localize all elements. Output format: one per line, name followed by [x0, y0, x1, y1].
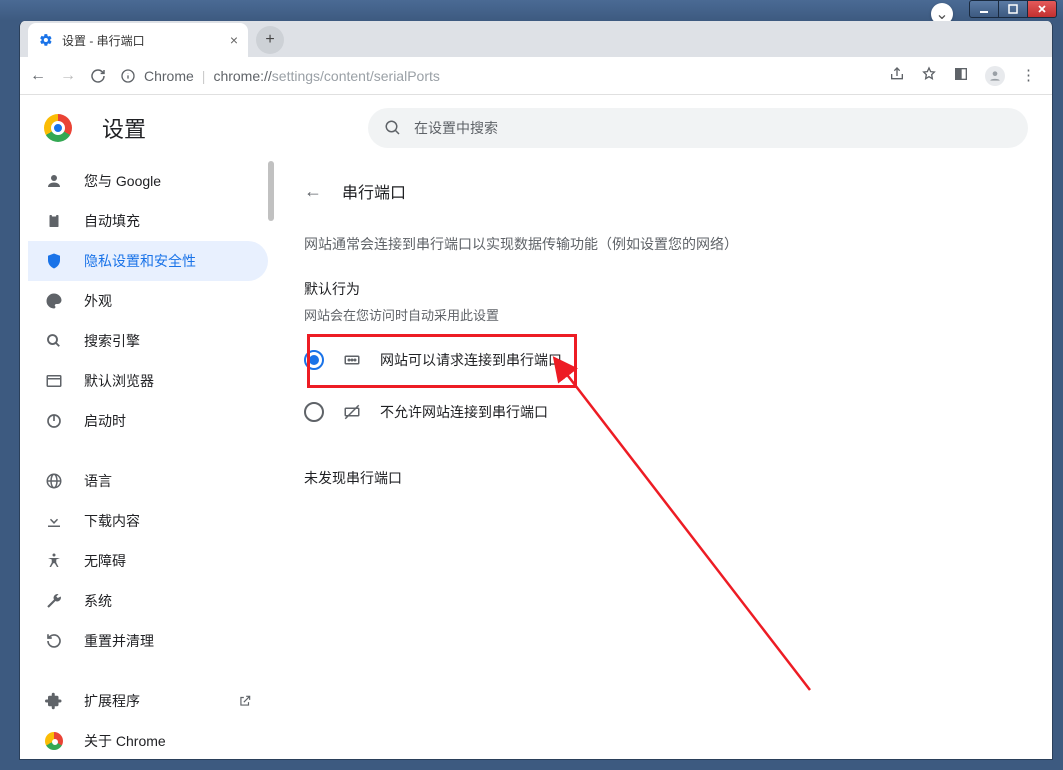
tab-strip: 设置 - 串行端口 × + [20, 21, 1052, 57]
sidebar-item-search-engine[interactable]: 搜索引擎 [28, 321, 268, 361]
sidebar-item-extensions[interactable]: 扩展程序 [28, 681, 268, 721]
sidebar-item-privacy[interactable]: 隐私设置和安全性 [28, 241, 268, 281]
scrollbar[interactable] [268, 161, 274, 221]
default-behavior-title: 默认行为 [304, 279, 1024, 299]
toolbar: ← → Chrome | chrome://settings/content/s… [20, 57, 1052, 95]
shield-icon [44, 252, 64, 270]
minimize-button[interactable] [969, 0, 999, 18]
extension-icon [44, 692, 64, 710]
sidebar-item-on-startup[interactable]: 启动时 [28, 401, 268, 441]
option-block-connect[interactable]: 不允许网站连接到串行端口 [304, 386, 1024, 438]
maximize-button[interactable] [998, 0, 1028, 18]
url-scheme-label: Chrome [144, 68, 194, 84]
reload-button[interactable] [90, 68, 106, 84]
forward-button[interactable]: → [60, 67, 76, 85]
sidebar: 您与 Google 自动填充 隐私设置和安全性 外观 搜索引擎 默认浏览器 启动… [20, 161, 276, 760]
sidebar-item-downloads[interactable]: 下载内容 [28, 501, 268, 541]
search-placeholder: 在设置中搜索 [414, 118, 498, 138]
sidebar-item-you-and-google[interactable]: 您与 Google [28, 161, 268, 201]
settings-header: 设置 在设置中搜索 [20, 95, 1052, 161]
page-title: 串行端口 [342, 179, 406, 203]
globe-icon [44, 472, 64, 490]
serial-port-blocked-icon [342, 403, 362, 421]
profile-button[interactable] [985, 66, 1005, 86]
radio-checked-icon [304, 350, 324, 370]
sidebar-item-about[interactable]: 关于 Chrome [28, 721, 268, 760]
site-info-icon[interactable] [120, 68, 136, 84]
palette-icon [44, 292, 64, 310]
default-behavior-sub: 网站会在您访问时自动采用此设置 [304, 305, 1024, 324]
reset-icon [44, 632, 64, 650]
radio-unchecked-icon [304, 402, 324, 422]
reading-list-icon[interactable] [953, 66, 969, 86]
os-titlebar: ⌄ [0, 0, 1063, 21]
option-allow-connect[interactable]: 网站可以请求连接到串行端口 [304, 334, 1024, 386]
person-icon [44, 172, 64, 190]
browser-window: 设置 - 串行端口 × + ← → Chrome | chrome://sett… [19, 21, 1053, 760]
close-button[interactable] [1027, 0, 1057, 18]
sidebar-item-system[interactable]: 系统 [28, 581, 268, 621]
sidebar-item-autofill[interactable]: 自动填充 [28, 201, 268, 241]
menu-icon[interactable]: ⋮ [1021, 66, 1036, 86]
gear-icon [38, 32, 54, 48]
page-intro: 网站通常会连接到串行端口以实现数据传输功能（例如设置您的网络） [304, 233, 1024, 255]
bookmark-icon[interactable] [921, 66, 937, 86]
search-icon [384, 119, 402, 137]
sidebar-item-default-browser[interactable]: 默认浏览器 [28, 361, 268, 401]
none-found-label: 未发现串行端口 [304, 468, 1024, 488]
chrome-icon [44, 732, 64, 750]
tab-active[interactable]: 设置 - 串行端口 × [28, 23, 248, 57]
address-bar[interactable]: Chrome | chrome://settings/content/seria… [120, 68, 875, 84]
tab-close-icon[interactable]: × [230, 32, 238, 48]
accessibility-icon [44, 552, 64, 570]
browser-icon [44, 372, 64, 390]
sidebar-item-appearance[interactable]: 外观 [28, 281, 268, 321]
main-content: ← 串行端口 网站通常会连接到串行端口以实现数据传输功能（例如设置您的网络） 默… [276, 161, 1052, 760]
external-link-icon [238, 694, 252, 708]
sidebar-item-accessibility[interactable]: 无障碍 [28, 541, 268, 581]
power-icon [44, 412, 64, 430]
download-icon [44, 512, 64, 530]
back-to-content-button[interactable]: ← [304, 181, 322, 202]
share-icon[interactable] [889, 66, 905, 86]
chrome-logo-icon [44, 114, 72, 142]
window-controls [970, 0, 1057, 18]
app-title: 设置 [102, 112, 146, 144]
sidebar-item-languages[interactable]: 语言 [28, 461, 268, 501]
serial-port-icon [342, 351, 362, 369]
option-allow-label: 网站可以请求连接到串行端口 [380, 350, 562, 370]
search-icon [44, 332, 64, 350]
option-block-label: 不允许网站连接到串行端口 [380, 402, 548, 422]
tab-title: 设置 - 串行端口 [62, 32, 145, 49]
clipboard-icon [44, 212, 64, 230]
new-tab-button[interactable]: + [256, 26, 284, 54]
back-button[interactable]: ← [30, 67, 46, 85]
wrench-icon [44, 592, 64, 610]
sidebar-item-reset[interactable]: 重置并清理 [28, 621, 268, 661]
settings-search[interactable]: 在设置中搜索 [368, 108, 1028, 148]
